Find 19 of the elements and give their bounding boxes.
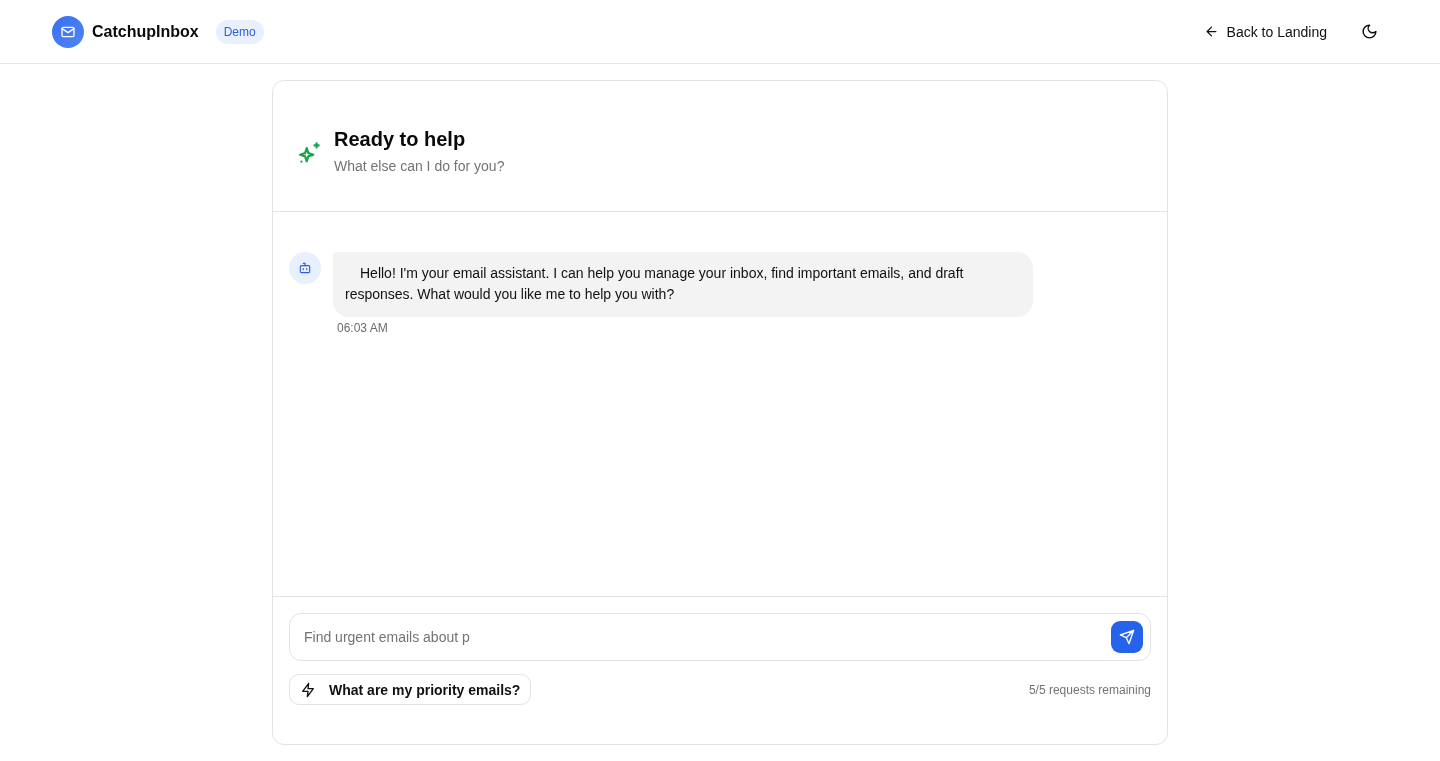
message-time: 06:03 AM — [336, 321, 389, 335]
suggestion-button[interactable]: What are my priority emails? — [289, 674, 532, 705]
arrow-left-icon — [1203, 24, 1219, 39]
panel-subtitle: What else can I do for you? — [334, 158, 505, 174]
send-button[interactable] — [1111, 621, 1143, 653]
sparkle-icon — [296, 140, 322, 166]
request-quota: 5/5 requests remaining — [1028, 682, 1151, 697]
demo-badge: Demo — [215, 19, 264, 44]
send-icon — [1119, 629, 1135, 645]
moon-icon[interactable] — [1361, 23, 1378, 40]
panel-title: Ready to help — [334, 128, 467, 151]
back-link[interactable]: Back to Landing — [1203, 23, 1327, 40]
message-field[interactable]: Find urgent emails about p — [289, 613, 1151, 661]
message-bubble: Hello! I'm your email assistant. I can help you manage your inbox, find important emails, and draft responses. What would you like me to help you with? — [333, 252, 1033, 317]
lightning-icon — [300, 681, 316, 698]
logo-icon — [52, 15, 84, 48]
message-input[interactable]: Find urgent emails about p — [302, 628, 1111, 646]
bot-avatar-icon — [289, 252, 321, 284]
app-title: CatchupInbox — [92, 22, 199, 41]
